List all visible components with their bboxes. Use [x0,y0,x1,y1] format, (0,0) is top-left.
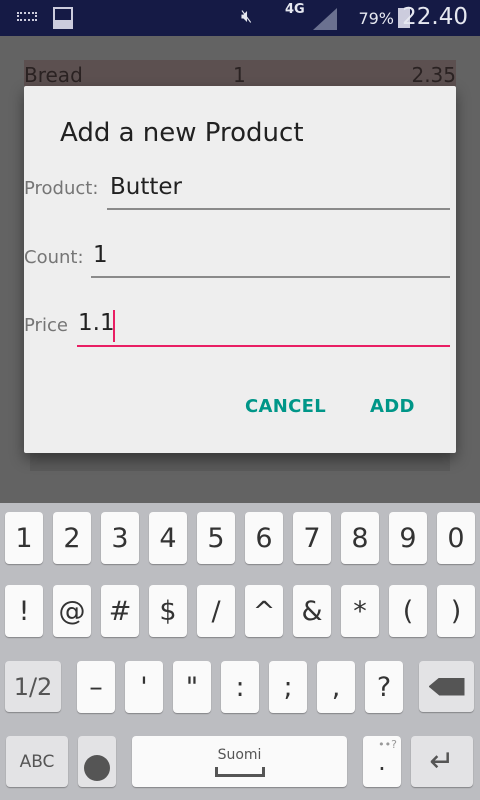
network-type: 4G [285,2,305,17]
key-10-row2[interactable]: ) [437,585,475,637]
period-key[interactable]: ••? . [363,736,401,787]
backspace-key[interactable] [419,661,474,712]
key-6-row1[interactable]: 6 [245,512,283,564]
key-2-row2[interactable]: @ [53,585,91,637]
count-input[interactable]: 1 [91,240,450,278]
product-input[interactable]: Butter [107,172,450,210]
key-9-row1[interactable]: 9 [389,512,427,564]
signal-icon [313,8,337,30]
space-key[interactable]: Suomi [132,736,347,787]
key-3-row3[interactable]: " [173,661,211,713]
enter-icon: ↵ [429,744,455,779]
dialog-title: Add a new Product [60,118,304,148]
key-8-row1[interactable]: 8 [341,512,379,564]
enter-key[interactable]: ↵ [411,736,473,787]
key-4-row2[interactable]: $ [149,585,187,637]
key-7-row3[interactable]: ? [365,661,403,713]
key-4-row1[interactable]: 4 [149,512,187,564]
key-6-row3[interactable]: , [317,661,355,713]
key-2-row3[interactable]: ' [125,661,163,713]
key-5-row3[interactable]: ; [269,661,307,713]
backspace-icon [428,677,465,696]
key-9-row2[interactable]: ( [389,585,427,637]
key-1-row3[interactable]: – [77,661,115,713]
battery-percent: 79% [358,9,394,28]
abc-key[interactable]: ABC [6,736,68,787]
cancel-button[interactable]: CANCEL [245,396,326,417]
clock: 22.40 [402,4,468,30]
item-price: 2.35 [411,63,456,87]
add-product-dialog: Add a new Product Product: Butter Count:… [24,86,456,453]
space-icon [214,766,265,777]
text-cursor [113,310,115,342]
period-label: . [378,747,386,776]
emoji-icon [84,754,110,781]
price-label: Price [24,315,68,336]
key-8-row2[interactable]: * [341,585,379,637]
key-5-row2[interactable]: / [197,585,235,637]
gallery-icon [53,7,73,29]
product-value: Butter [110,174,182,200]
mute-icon: 🔇︎ [241,6,253,27]
list-shadow [30,453,450,471]
key-1-row2[interactable]: ! [5,585,43,637]
key-symbols-page[interactable]: 1/2 [5,661,61,712]
key-4-row3[interactable]: : [221,661,259,713]
key-6-row2[interactable]: ^ [245,585,283,637]
keyboard: 1/2 ABC Suomi ••? . ↵ 1 2 3 4 5 6 7 8 9 0! @ # $ / ^ & *… [0,503,480,800]
key-3-row1[interactable]: 3 [101,512,139,564]
price-input[interactable]: 1.1 [77,308,450,347]
keyboard-icon [17,12,37,21]
key-1-row1[interactable]: 1 [5,512,43,564]
count-label: Count: [24,247,84,268]
period-hint: ••? [378,738,397,751]
key-7-row2[interactable]: & [293,585,331,637]
status-bar: 🔇︎ 4G 79% 22.40 [0,0,480,36]
count-value: 1 [93,242,108,268]
space-language: Suomi [217,746,262,763]
key-5-row1[interactable]: 5 [197,512,235,564]
key-7-row1[interactable]: 7 [293,512,331,564]
key-2-row1[interactable]: 2 [53,512,91,564]
price-value: 1.1 [78,310,115,336]
add-button[interactable]: ADD [370,396,415,417]
product-label: Product: [24,178,99,199]
item-name: Bread [24,63,83,87]
item-count: 1 [233,63,246,87]
emoji-key[interactable] [78,736,116,787]
key-10-row1[interactable]: 0 [437,512,475,564]
key-3-row2[interactable]: # [101,585,139,637]
